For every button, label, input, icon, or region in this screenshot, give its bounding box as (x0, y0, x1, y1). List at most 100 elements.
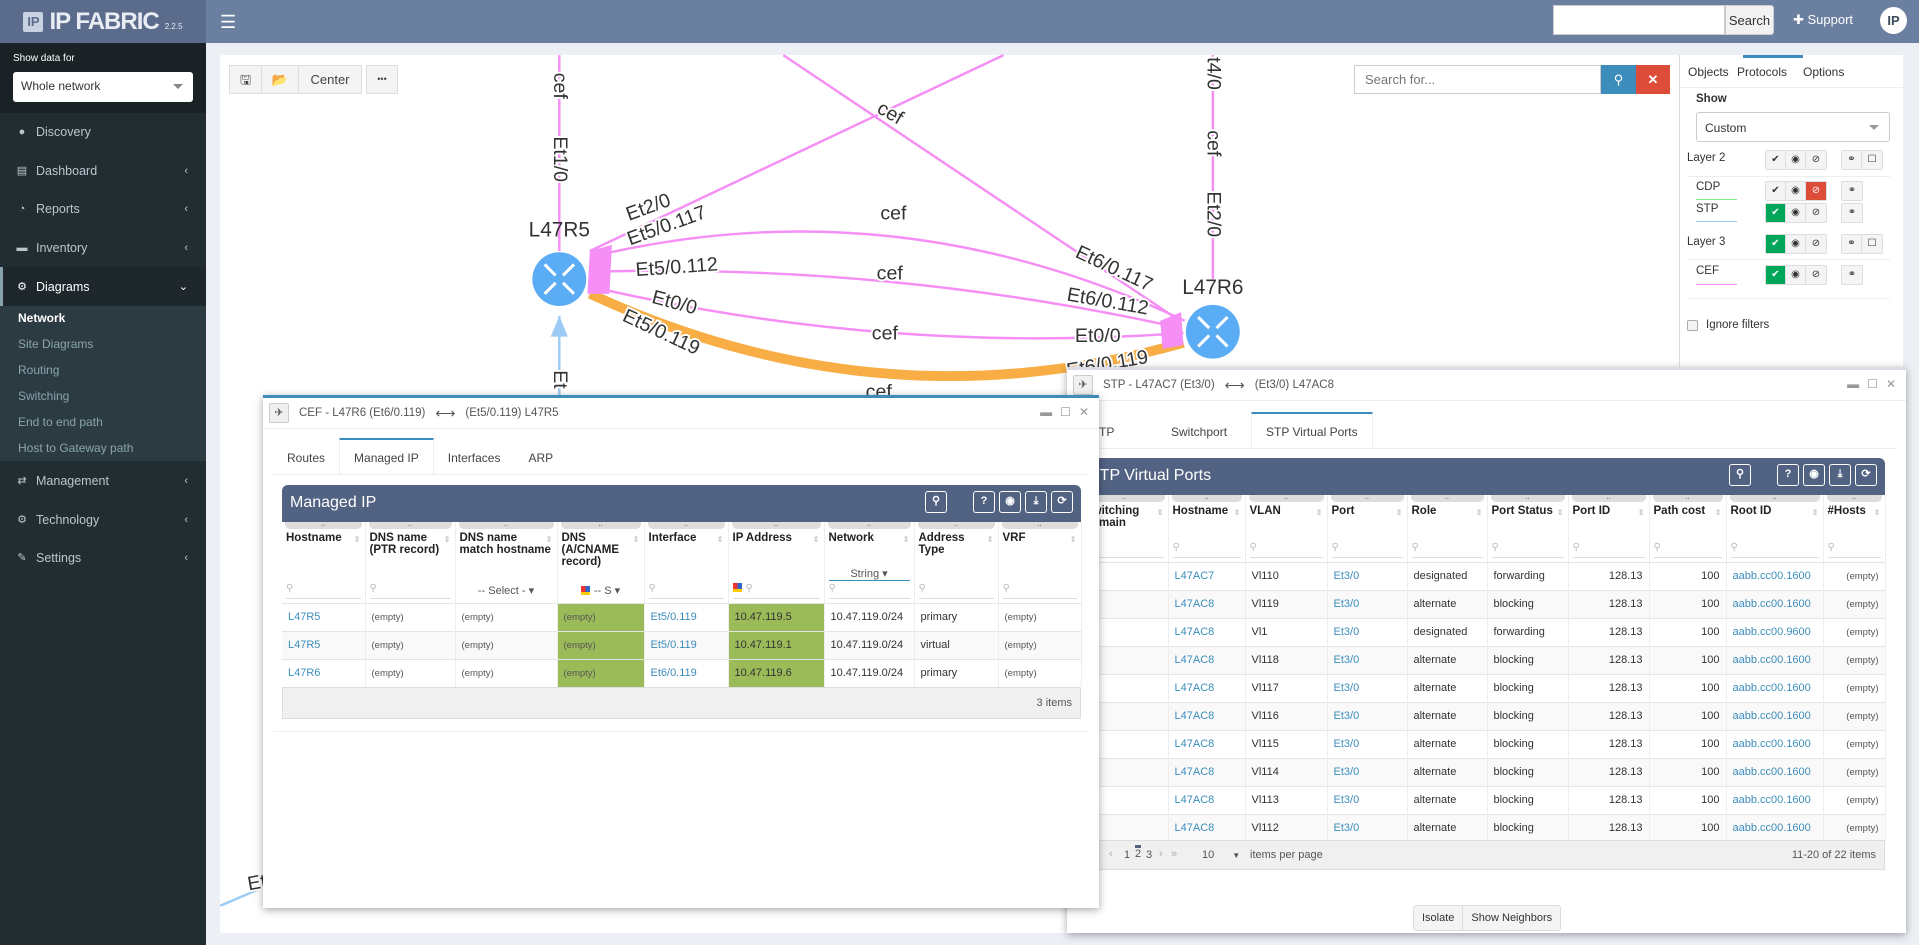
column-filter-input[interactable]: ⚲ (1653, 542, 1722, 558)
maximize-icon[interactable]: ☐ (1060, 405, 1071, 419)
drag-handle[interactable]: .. (1410, 494, 1484, 502)
link-icon[interactable]: ⚭ (1842, 204, 1862, 222)
sidebar-item-management[interactable]: ⇄ Management ‹ (0, 461, 206, 500)
filter-settings-icon[interactable]: ⚲ (1729, 464, 1751, 486)
pin-icon[interactable]: ✈ (1073, 375, 1093, 395)
table-cell[interactable]: aabb.cc00.1600 (1726, 673, 1824, 702)
table-cell[interactable]: Et6/0.119 (644, 658, 729, 687)
drag-handle[interactable]: .. (647, 521, 725, 529)
sort-icon[interactable]: ⇕ (1557, 508, 1564, 517)
table-cell[interactable]: Et3/0 (1327, 645, 1408, 674)
table-row[interactable]: 7L47AC8Vl115Et3/0alternateblocking128.13… (1081, 729, 1886, 758)
table-cell[interactable]: Et5/0.119 (644, 602, 729, 631)
sidebar-subitem-host-to-gateway-path[interactable]: Host to Gateway path (18, 441, 133, 455)
tab-options[interactable]: Options (1803, 65, 1844, 79)
eye-icon[interactable]: ◉ (999, 491, 1021, 513)
link-icon[interactable]: ⚭ (1842, 266, 1862, 284)
center-button[interactable]: Center (298, 65, 362, 94)
ban-icon[interactable]: ⊘ (1806, 182, 1826, 200)
column-filter-input[interactable]: ⚲ (369, 583, 451, 599)
table-cell[interactable]: Et3/0 (1327, 561, 1408, 590)
column-header[interactable]: .. Root ID ⇕ ⚲ (1726, 494, 1824, 562)
table-row[interactable]: 7L47AC8Vl116Et3/0alternateblocking128.13… (1081, 701, 1886, 730)
table-cell[interactable]: aabb.cc00.1600 (1726, 729, 1824, 758)
table-cell[interactable]: Et3/0 (1327, 617, 1408, 646)
sort-icon[interactable]: ⇕ (1476, 508, 1483, 517)
link-icon[interactable]: ⚭ (1842, 151, 1862, 169)
download-icon[interactable]: ⤓ (1829, 464, 1851, 486)
table-cell[interactable]: L47AC8 (1168, 701, 1246, 730)
table-cell[interactable]: L47AC8 (1168, 617, 1246, 646)
eye-slash-icon[interactable]: ◉ (1786, 235, 1806, 253)
table-cell[interactable]: aabb.cc00.1600 (1726, 757, 1824, 786)
sidebar-subitem-switching[interactable]: Switching (18, 389, 69, 403)
table-cell[interactable]: L47R5 (282, 602, 366, 631)
dns-match-select[interactable]: -- Select - ▾ (460, 584, 553, 597)
drag-handle[interactable]: .. (1571, 494, 1646, 502)
table-row[interactable]: 7L47AC8Vl112Et3/0alternateblocking128.13… (1081, 813, 1886, 842)
eye-slash-icon[interactable]: ◉ (1786, 151, 1806, 169)
sidebar-item-inventory[interactable]: ▬ Inventory ‹ (0, 228, 206, 267)
column-header[interactable]: .. #Hosts ⇕ ⚲ (1823, 494, 1886, 562)
save-button[interactable]: 🖫 (229, 65, 262, 94)
table-cell[interactable]: Et3/0 (1327, 729, 1408, 758)
refresh-icon[interactable]: ⟳ (1051, 491, 1073, 513)
column-header[interactable]: .. DNS (A/CNAME record) ⇕ -- S ▾ (557, 521, 645, 603)
user-avatar[interactable]: IP (1880, 7, 1907, 34)
table-cell[interactable]: L47AC8 (1168, 589, 1246, 618)
column-filter-input[interactable]: ⚲ (1572, 542, 1645, 558)
check-icon[interactable]: ✔ (1766, 151, 1786, 169)
table-cell[interactable]: L47R5 (282, 630, 366, 659)
table-cell[interactable]: L47AC7 (1168, 561, 1246, 590)
global-search-button[interactable]: Search (1725, 5, 1774, 35)
sort-icon[interactable]: ⇕ (717, 535, 724, 544)
column-header[interactable]: .. DNS name match hostname ⇕ -- Select - ▾ (455, 521, 558, 603)
close-icon[interactable]: ✕ (1079, 405, 1089, 419)
help-icon[interactable]: ? (973, 491, 995, 513)
check-icon[interactable]: ✔ (1766, 266, 1786, 284)
check-icon[interactable]: ✔ (1766, 204, 1786, 222)
minimize-icon[interactable]: ▬ (1847, 377, 1859, 391)
next-page-icon[interactable]: › (1159, 848, 1163, 860)
sidebar-item-dashboard[interactable]: ▤ Dashboard ‹ (0, 151, 206, 190)
graph-search-input[interactable] (1354, 65, 1601, 94)
support-link[interactable]: ✚ Support (1793, 12, 1853, 28)
sort-icon[interactable]: ⇕ (1234, 508, 1241, 517)
sidebar-subitem-routing[interactable]: Routing (18, 363, 59, 377)
table-cell[interactable]: Et3/0 (1327, 785, 1408, 814)
app-logo[interactable]: IP IP FABRIC 2.2.5 (0, 0, 206, 43)
tab-interfaces[interactable]: Interfaces (434, 438, 515, 474)
close-icon[interactable]: ✕ (1886, 377, 1896, 391)
column-filter-input[interactable]: ⚲ (1491, 542, 1564, 558)
sort-icon[interactable]: ⇕ (987, 535, 994, 544)
table-cell[interactable]: aabb.cc00.1600 (1726, 561, 1824, 590)
sort-icon[interactable]: ⇕ (1874, 508, 1881, 517)
ignore-filters-checkbox[interactable] (1687, 320, 1698, 331)
drag-handle[interactable]: .. (1729, 494, 1820, 502)
maximize-icon[interactable]: ☐ (1867, 377, 1878, 391)
table-cell[interactable]: Et3/0 (1327, 757, 1408, 786)
isolate-button[interactable]: Isolate (1414, 906, 1464, 930)
table-cell[interactable]: Et3/0 (1327, 813, 1408, 842)
column-filter-input[interactable]: ⚲ (1002, 583, 1077, 599)
ban-icon[interactable]: ⊘ (1806, 204, 1826, 222)
column-filter-input[interactable]: ⚲ (1411, 542, 1483, 558)
page-2-current[interactable]: 2 (1135, 845, 1142, 860)
drag-handle[interactable]: .. (560, 521, 641, 529)
table-cell[interactable]: L47AC8 (1168, 757, 1246, 786)
table-row[interactable]: 7L47AC7Vl110Et3/0designatedforwarding128… (1081, 561, 1886, 590)
column-filter-input[interactable]: ⚲ (1331, 542, 1403, 558)
tab-stp-virtual-ports[interactable]: STP Virtual Ports (1251, 412, 1373, 448)
open-button[interactable]: 📂 (261, 65, 299, 94)
eye-slash-icon[interactable]: ◉ (1786, 204, 1806, 222)
table-row[interactable]: 7L47AC8Vl119Et3/0alternateblocking128.13… (1081, 589, 1886, 618)
tab-protocols[interactable]: Protocols (1737, 65, 1787, 79)
graph-clear-button[interactable]: ✕ (1636, 65, 1670, 94)
column-header[interactable]: .. Port Status ⇕ ⚲ (1487, 494, 1569, 562)
table-row[interactable]: 7L47AC8Vl113Et3/0alternateblocking128.13… (1081, 785, 1886, 814)
column-header[interactable]: .. Address Type ⇕ ⚲ (914, 521, 999, 603)
table-row[interactable]: 7L47AC8Vl1Et3/0designatedforwarding128.1… (1081, 617, 1886, 646)
refresh-icon[interactable]: ⟳ (1855, 464, 1877, 486)
window-titlebar[interactable]: ✈ STP - L47AC7 (Et3/0) ⟷ (Et3/0) L47AC8 … (1067, 370, 1906, 401)
drag-handle[interactable]: .. (285, 521, 362, 529)
